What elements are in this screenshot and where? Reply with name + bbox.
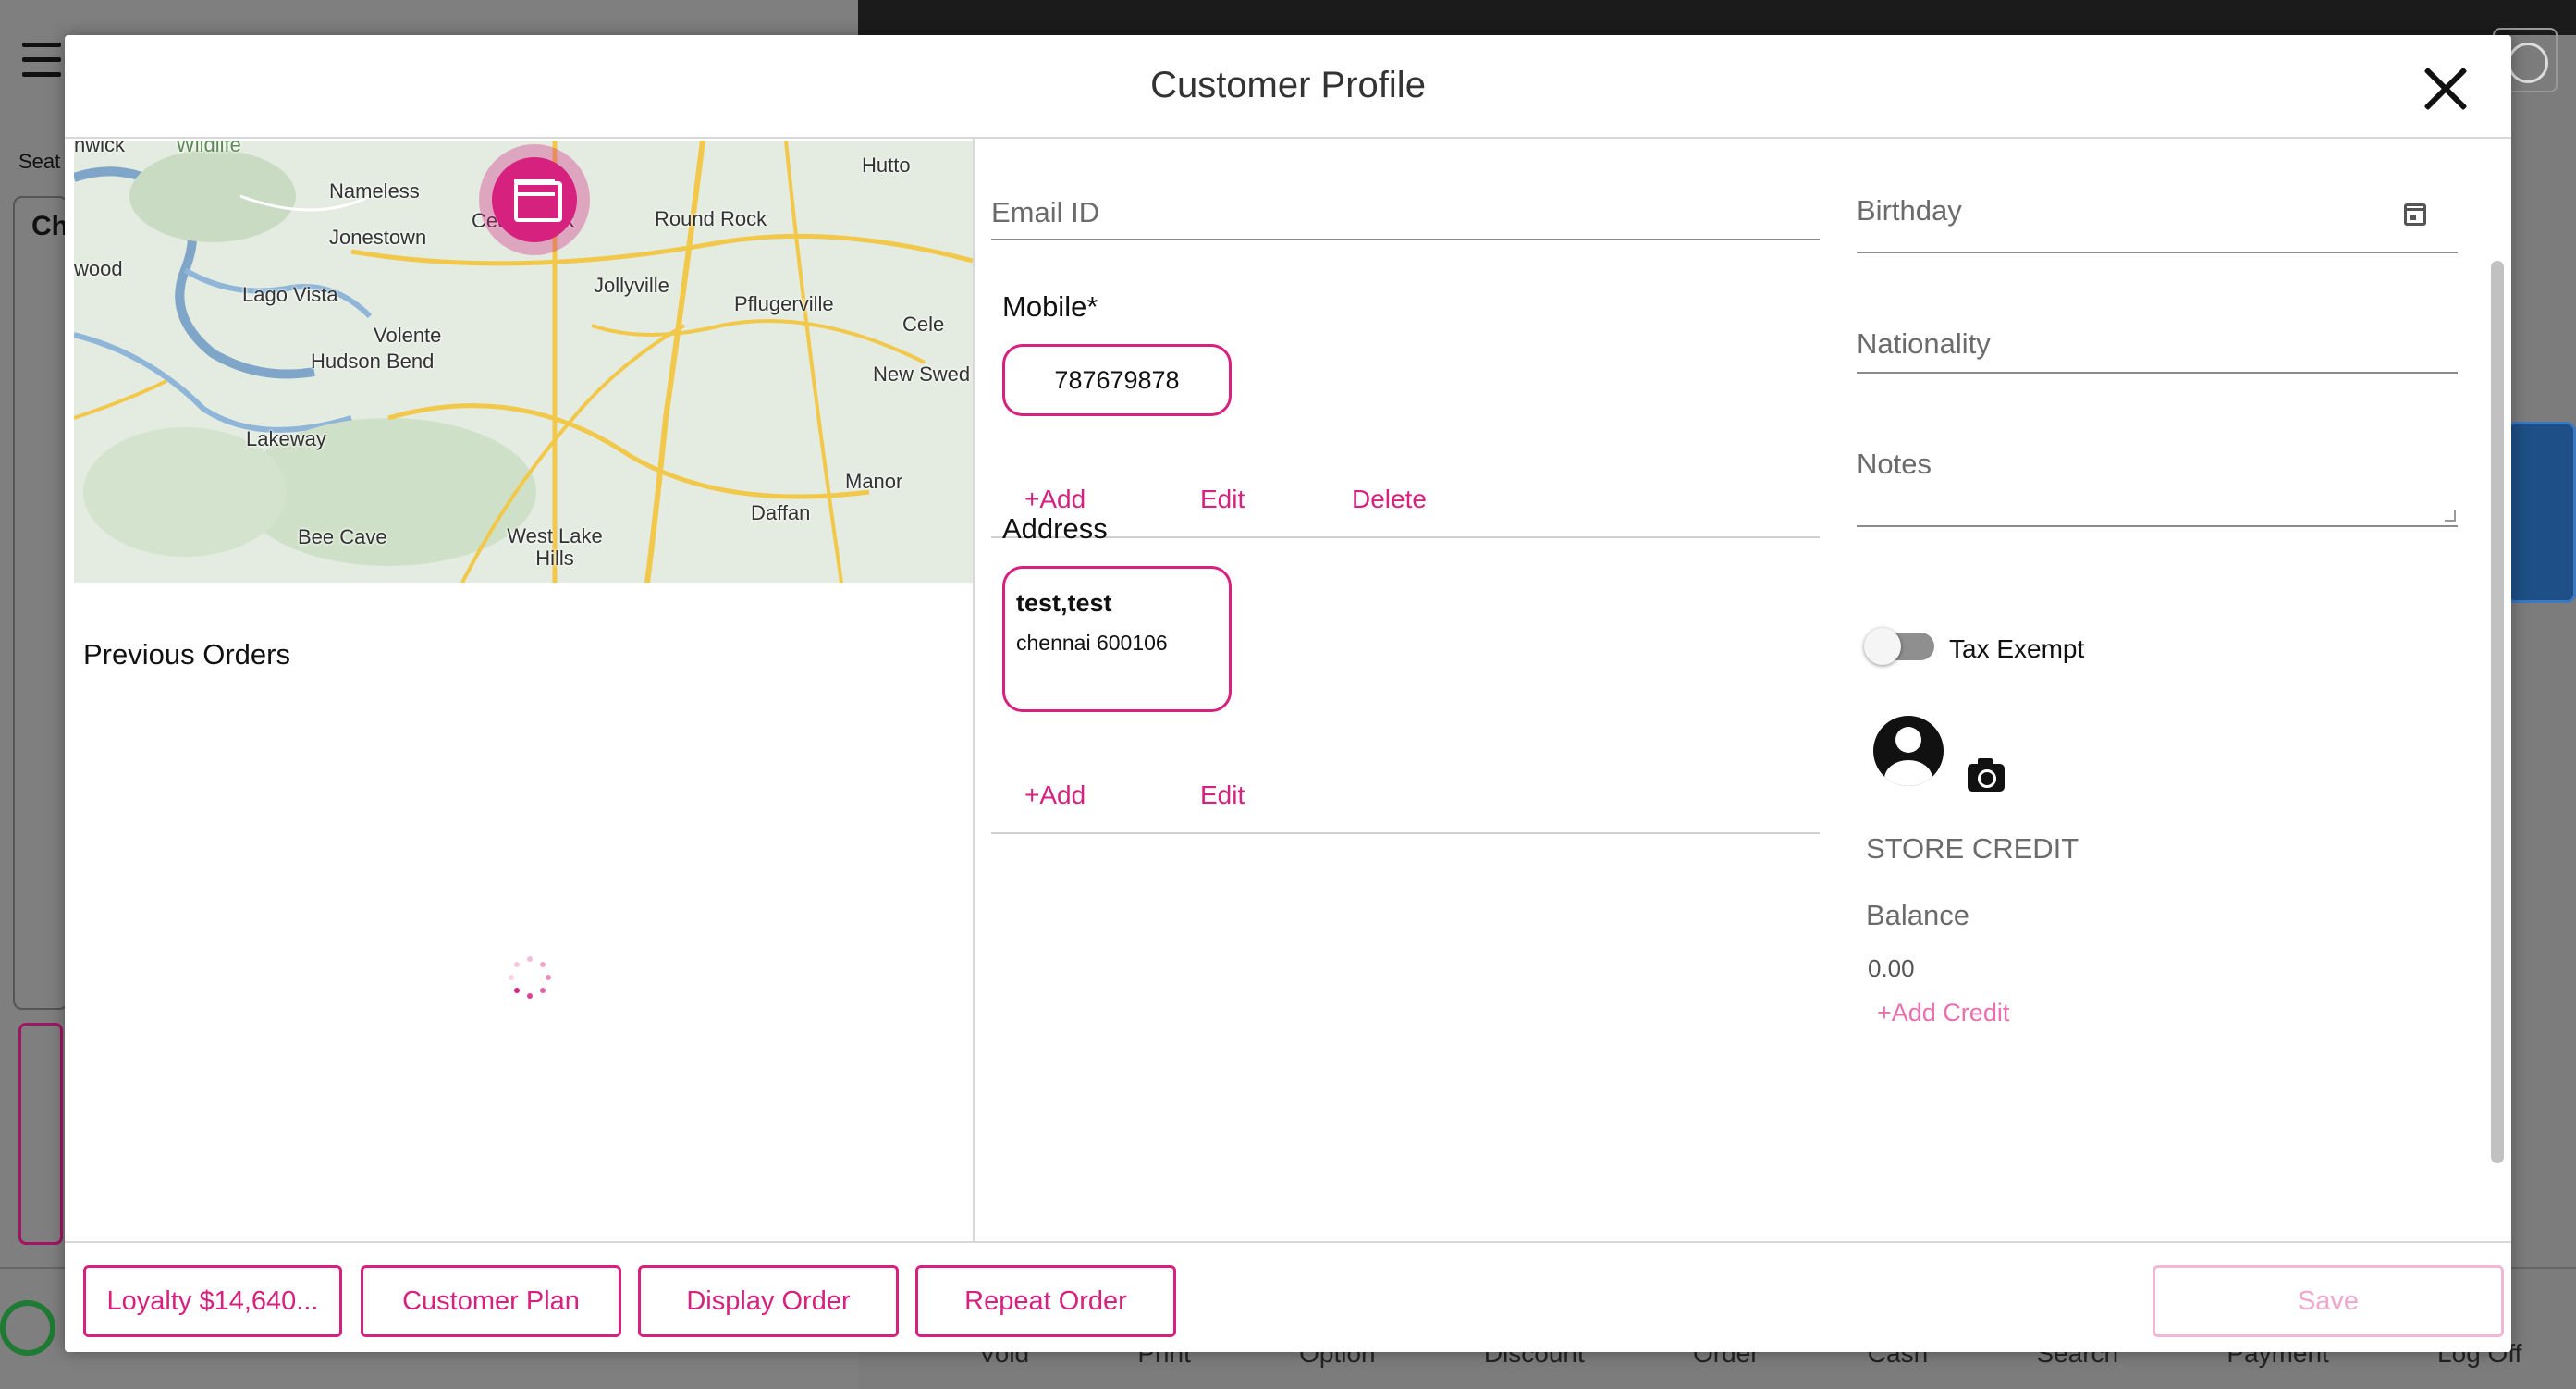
balance-label: Balance xyxy=(1866,899,1970,931)
map-label: Lakeway xyxy=(246,427,326,450)
notes-field-label[interactable]: Notes xyxy=(1857,448,1932,481)
mobile-number-chip[interactable]: 787679878 xyxy=(1002,344,1232,416)
modal-footer: Loyalty $14,640... Customer Plan Display… xyxy=(65,1241,2511,1352)
nationality-field[interactable] xyxy=(1857,372,2458,374)
display-order-button[interactable]: Display Order xyxy=(638,1265,899,1337)
add-mobile-link[interactable]: +Add xyxy=(1024,485,1086,514)
delete-mobile-link[interactable]: Delete xyxy=(1352,485,1427,514)
background-seat-label: Seat xyxy=(18,150,61,173)
loading-spinner-icon xyxy=(509,956,551,999)
resize-handle-icon[interactable] xyxy=(2445,510,2456,522)
signal-icon xyxy=(0,1300,55,1356)
map-label: Daffan xyxy=(751,501,811,524)
map-label: nwick xyxy=(74,141,126,156)
map-label: Jollyville xyxy=(594,274,669,297)
toggle-knob xyxy=(1864,628,1901,665)
map-label: Hutto xyxy=(862,154,911,177)
avatar-icon xyxy=(1873,716,1944,786)
email-field[interactable] xyxy=(991,239,1820,240)
map-label: Pflugerville xyxy=(734,292,834,315)
calendar-icon[interactable] xyxy=(2404,203,2426,226)
map-label: Hudson Bend xyxy=(311,350,435,373)
save-button[interactable]: Save xyxy=(2153,1265,2504,1337)
map-label: wood xyxy=(74,257,123,280)
contact-column: Email ID Mobile* 787679878 +Add Edit Del… xyxy=(975,139,1834,1241)
divider xyxy=(991,536,1820,538)
edit-mobile-link[interactable]: Edit xyxy=(1200,485,1245,514)
store-pin[interactable] xyxy=(479,144,590,255)
location-map[interactable]: Wildlife Nameless Hutto Jonestown Round … xyxy=(74,141,973,583)
map-label: West Lake Hills xyxy=(507,524,603,570)
map-label: New Swed xyxy=(873,363,971,386)
map-label: Nameless xyxy=(329,179,420,203)
map-label: Wildlife xyxy=(176,141,241,156)
address-chip[interactable]: test,test chennai 600106 xyxy=(1002,566,1232,712)
background-panel: Ch xyxy=(13,196,68,1010)
store-credit-title: STORE CREDIT xyxy=(1866,832,2079,865)
add-address-link[interactable]: +Add xyxy=(1024,781,1086,810)
email-field-label[interactable]: Email ID xyxy=(991,196,1099,229)
address-title: Address xyxy=(1002,512,1108,545)
loyalty-button[interactable]: Loyalty $14,640... xyxy=(83,1265,342,1337)
tax-exempt-label: Tax Exempt xyxy=(1949,634,2085,663)
birthday-field-label[interactable]: Birthday xyxy=(1857,194,1962,227)
map-label: Bee Cave xyxy=(298,525,387,548)
close-icon[interactable] xyxy=(2421,63,2472,115)
profile-column: Birthday Nationality Notes Tax Exempt ST… xyxy=(1834,139,2511,1241)
address-city: chennai 600106 xyxy=(1016,631,1168,655)
customer-plan-button[interactable]: Customer Plan xyxy=(361,1265,621,1337)
store-icon xyxy=(492,157,577,242)
hamburger-menu-icon xyxy=(22,43,61,80)
edit-address-link[interactable]: Edit xyxy=(1200,781,1245,810)
camera-icon[interactable] xyxy=(1968,758,2005,792)
background-card xyxy=(18,1023,63,1245)
modal-header: Customer Profile xyxy=(65,35,2511,139)
background-top-bar xyxy=(858,0,2576,35)
add-credit-link[interactable]: +Add Credit xyxy=(1877,999,2009,1027)
modal-title: Customer Profile xyxy=(1150,65,1426,105)
map-label: Volente xyxy=(374,324,442,347)
map-label: Manor xyxy=(845,470,903,493)
map-label: Jonestown xyxy=(329,226,427,249)
map-label: Lago Vista xyxy=(242,283,338,306)
nationality-field-label[interactable]: Nationality xyxy=(1857,327,1991,361)
mobile-title: Mobile* xyxy=(1002,290,1098,323)
tax-exempt-toggle[interactable] xyxy=(1864,628,1934,665)
birthday-field[interactable] xyxy=(1857,252,2458,253)
background-panel-label: Ch xyxy=(31,211,68,241)
customer-profile-modal: Customer Profile Wildlife Nameless Hutto… xyxy=(65,35,2511,1352)
notes-field[interactable] xyxy=(1857,525,2458,527)
divider xyxy=(991,832,1820,834)
map-label: Round Rock xyxy=(655,207,767,230)
previous-orders-title: Previous Orders xyxy=(83,638,290,670)
repeat-order-button[interactable]: Repeat Order xyxy=(915,1265,1176,1337)
left-column: Wildlife Nameless Hutto Jonestown Round … xyxy=(65,139,975,1241)
balance-value: 0.00 xyxy=(1868,954,1915,982)
address-name: test,test xyxy=(1016,589,1112,617)
scrollbar[interactable] xyxy=(2491,261,2504,1163)
map-label: Cele xyxy=(902,313,945,336)
background-blue-button xyxy=(2506,422,2576,603)
